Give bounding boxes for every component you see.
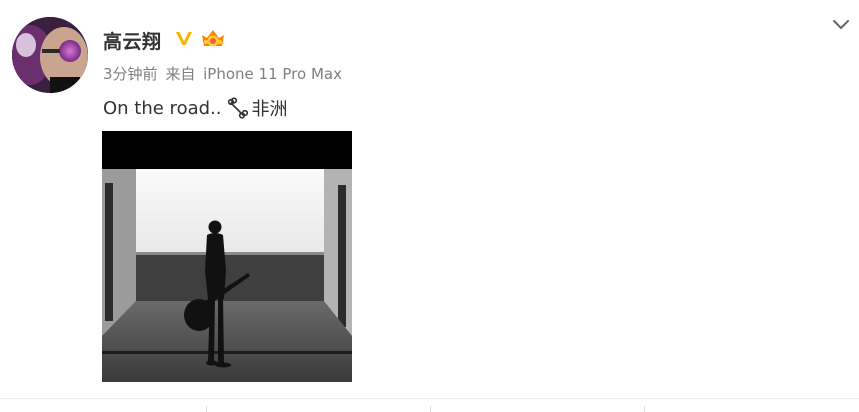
location-link[interactable]: 非洲 xyxy=(227,95,287,121)
post-body: On the road.. 非洲 xyxy=(103,95,287,121)
vip-crown-icon[interactable] xyxy=(199,26,227,50)
action-separator xyxy=(430,406,431,412)
action-separator xyxy=(644,406,645,412)
post-time[interactable]: 3分钟前 xyxy=(103,65,158,83)
post-source-prefix: 来自 xyxy=(165,65,196,83)
location-link-icon xyxy=(228,97,249,119)
location-label: 非洲 xyxy=(251,99,288,120)
post-photo[interactable] xyxy=(102,131,352,382)
post-meta: 3分钟前 来自 iPhone 11 Pro Max xyxy=(103,63,345,84)
weibo-post-card: 高云翔 3分钟前 来自 iPhone 11 Pro Max On the roa… xyxy=(0,0,859,412)
post-divider xyxy=(0,398,859,399)
post-source[interactable]: iPhone 11 Pro Max xyxy=(203,65,342,83)
verified-v-icon[interactable] xyxy=(173,27,195,49)
avatar-image xyxy=(12,17,88,93)
post-text: On the road.. xyxy=(103,97,222,119)
action-separator xyxy=(206,406,207,412)
author-name[interactable]: 高云翔 xyxy=(103,27,162,54)
author-avatar[interactable] xyxy=(12,17,88,93)
post-menu-chevron[interactable] xyxy=(829,15,853,35)
